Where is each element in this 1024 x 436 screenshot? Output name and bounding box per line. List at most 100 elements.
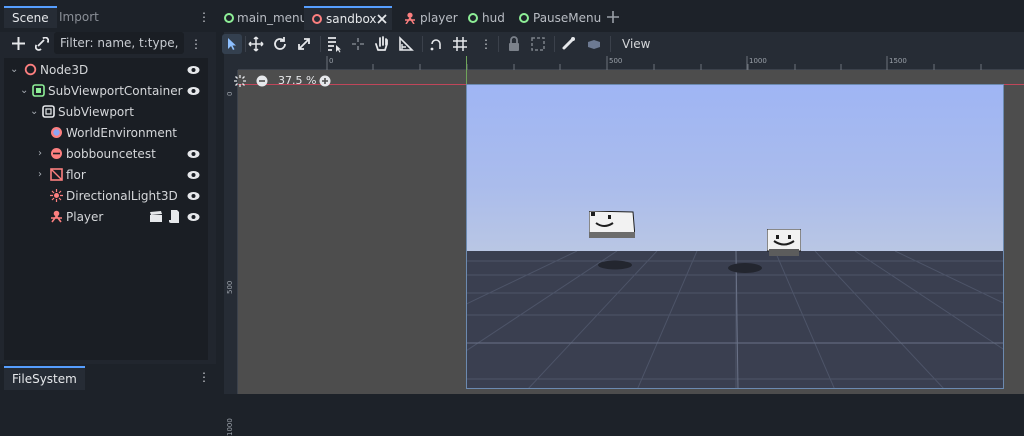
ruler-label: 1000: [749, 57, 767, 65]
tree-item-player[interactable]: Player: [4, 207, 208, 227]
script-icon[interactable]: [169, 210, 179, 223]
ruler-icon[interactable]: [396, 34, 416, 54]
y-axis-line: [466, 56, 467, 84]
sky: [467, 85, 1003, 251]
add-tab-icon[interactable]: [607, 11, 619, 23]
tab-player[interactable]: player: [404, 6, 462, 30]
camera-override-icon[interactable]: [584, 34, 604, 54]
ruler-label: 1000: [226, 418, 234, 436]
toolbar-more-icon[interactable]: ⋮: [480, 37, 492, 51]
ruler-label: 500: [609, 57, 623, 65]
ruler-top: 0 500 1000 1500: [224, 56, 1024, 70]
tab-main-menu[interactable]: main_menu: [224, 6, 307, 30]
collapse-arrow-icon[interactable]: ⌄: [10, 60, 20, 80]
tree-item-subviewport[interactable]: ⌄ SubViewport: [4, 102, 208, 122]
zoom-in-icon[interactable]: [319, 75, 331, 87]
rotate-mode-icon[interactable]: [270, 34, 290, 54]
ruler-label: 1500: [889, 57, 907, 65]
character-shadow: [598, 260, 632, 270]
tree-item-node3d[interactable]: ⌄ Node3D: [4, 60, 208, 80]
visibility-eye-icon[interactable]: [187, 64, 200, 76]
filesystem-menu-icon[interactable]: ⋮: [198, 370, 210, 384]
filter-nodes-input[interactable]: [54, 32, 184, 54]
tree-item-label: bobbouncetest: [66, 147, 156, 161]
zoom-out-icon[interactable]: [256, 75, 268, 87]
ground-plane: [467, 251, 1003, 388]
tab-import[interactable]: Import: [51, 6, 107, 28]
tab-sandbox[interactable]: sandbox: [304, 6, 392, 30]
tab-scene[interactable]: Scene: [4, 6, 57, 28]
grid-snap-icon[interactable]: [450, 34, 470, 54]
ruler-corner: [224, 56, 238, 70]
pivot-icon[interactable]: [348, 34, 368, 54]
scene-3d-icon: [312, 14, 322, 24]
bob-character: [589, 211, 635, 238]
tree-item-label: Node3D: [40, 63, 89, 77]
ruler-label: 0: [329, 57, 334, 65]
list-select-icon[interactable]: [324, 34, 344, 54]
collapse-arrow-icon[interactable]: ⌄: [30, 102, 40, 122]
scale-mode-icon[interactable]: [294, 34, 314, 54]
move-mode-icon[interactable]: [246, 34, 266, 54]
scene-tabs: main_menu sandbox player hud PauseMenu: [224, 0, 1024, 32]
pan-hand-icon[interactable]: [372, 34, 392, 54]
scene-dock: Scene Import ⋮ ⋮ ⌄ Node3D ⌄ SubViewportC…: [0, 0, 216, 394]
scene-tree: ⌄ Node3D ⌄ SubViewportContainer ⌄ SubVie…: [4, 58, 208, 360]
tree-item-directionallight3d[interactable]: DirectionalLight3D: [4, 186, 208, 206]
player-character: [767, 229, 801, 256]
instanced-scene-icon: [51, 148, 62, 159]
tab-label: PauseMenu: [533, 11, 602, 25]
dock-splitter[interactable]: [216, 0, 224, 394]
character-shadow: [728, 263, 762, 273]
skeleton-bone-icon[interactable]: [558, 34, 578, 54]
scene-dock-tabs: Scene Import ⋮: [0, 0, 216, 32]
tree-item-bobbouncetest[interactable]: › bobbouncetest: [4, 144, 208, 164]
world-environment-icon: [51, 127, 62, 138]
tab-label: sandbox: [326, 12, 377, 26]
tab-filesystem[interactable]: FileSystem: [4, 366, 85, 390]
view-menu-button[interactable]: View: [622, 36, 650, 52]
directional-light-icon: [50, 189, 63, 202]
subviewport-container-icon: [32, 84, 45, 97]
tree-item-label: Player: [66, 210, 104, 224]
ruler-left: 0 500 1000: [224, 70, 238, 436]
clapperboard-icon[interactable]: [150, 211, 162, 222]
zoom-level[interactable]: 37.5 %: [278, 72, 316, 90]
tree-item-label: SubViewport: [58, 105, 134, 119]
visibility-eye-icon[interactable]: [187, 190, 200, 202]
tree-item-label: SubViewportContainer: [48, 84, 183, 98]
mesh-instance-icon: [50, 168, 63, 181]
link-icon[interactable]: [35, 37, 49, 51]
visibility-eye-icon[interactable]: [187, 85, 200, 97]
character-body-icon: [51, 210, 62, 223]
expand-arrow-icon[interactable]: ›: [38, 144, 48, 164]
tree-item-subviewportcontainer[interactable]: ⌄ SubViewportContainer: [4, 81, 208, 101]
tab-hud[interactable]: hud: [468, 6, 512, 30]
node3d-icon: [24, 63, 37, 76]
close-icon[interactable]: [377, 14, 387, 24]
tree-item-label: DirectionalLight3D: [66, 189, 178, 203]
visibility-eye-icon[interactable]: [187, 211, 200, 223]
group-icon[interactable]: [528, 34, 548, 54]
select-mode-icon[interactable]: [222, 34, 242, 54]
subviewport-preview[interactable]: [466, 84, 1004, 389]
tab-label: main_menu: [237, 11, 308, 25]
smart-snap-icon[interactable]: [426, 34, 446, 54]
visibility-eye-icon[interactable]: [187, 169, 200, 181]
center-view-icon[interactable]: [234, 75, 246, 87]
tree-item-flor[interactable]: › flor: [4, 165, 208, 185]
collapse-arrow-icon[interactable]: ⌄: [20, 81, 30, 101]
tree-item-label: WorldEnvironment: [66, 126, 178, 140]
add-node-icon[interactable]: [12, 37, 25, 50]
tab-pausemenu[interactable]: PauseMenu: [519, 6, 602, 30]
character-body-icon: [405, 12, 415, 24]
expand-arrow-icon[interactable]: ›: [38, 165, 48, 185]
subviewport-icon: [42, 105, 55, 118]
visibility-eye-icon[interactable]: [187, 148, 200, 160]
editor-toolbar: ⋮ View: [222, 32, 1024, 56]
dock-menu-icon[interactable]: ⋮: [198, 10, 210, 24]
tab-label: hud: [482, 11, 505, 25]
lock-icon[interactable]: [504, 34, 524, 54]
scene-options-icon[interactable]: ⋮: [190, 37, 202, 51]
tree-item-worldenvironment[interactable]: WorldEnvironment: [4, 123, 208, 143]
